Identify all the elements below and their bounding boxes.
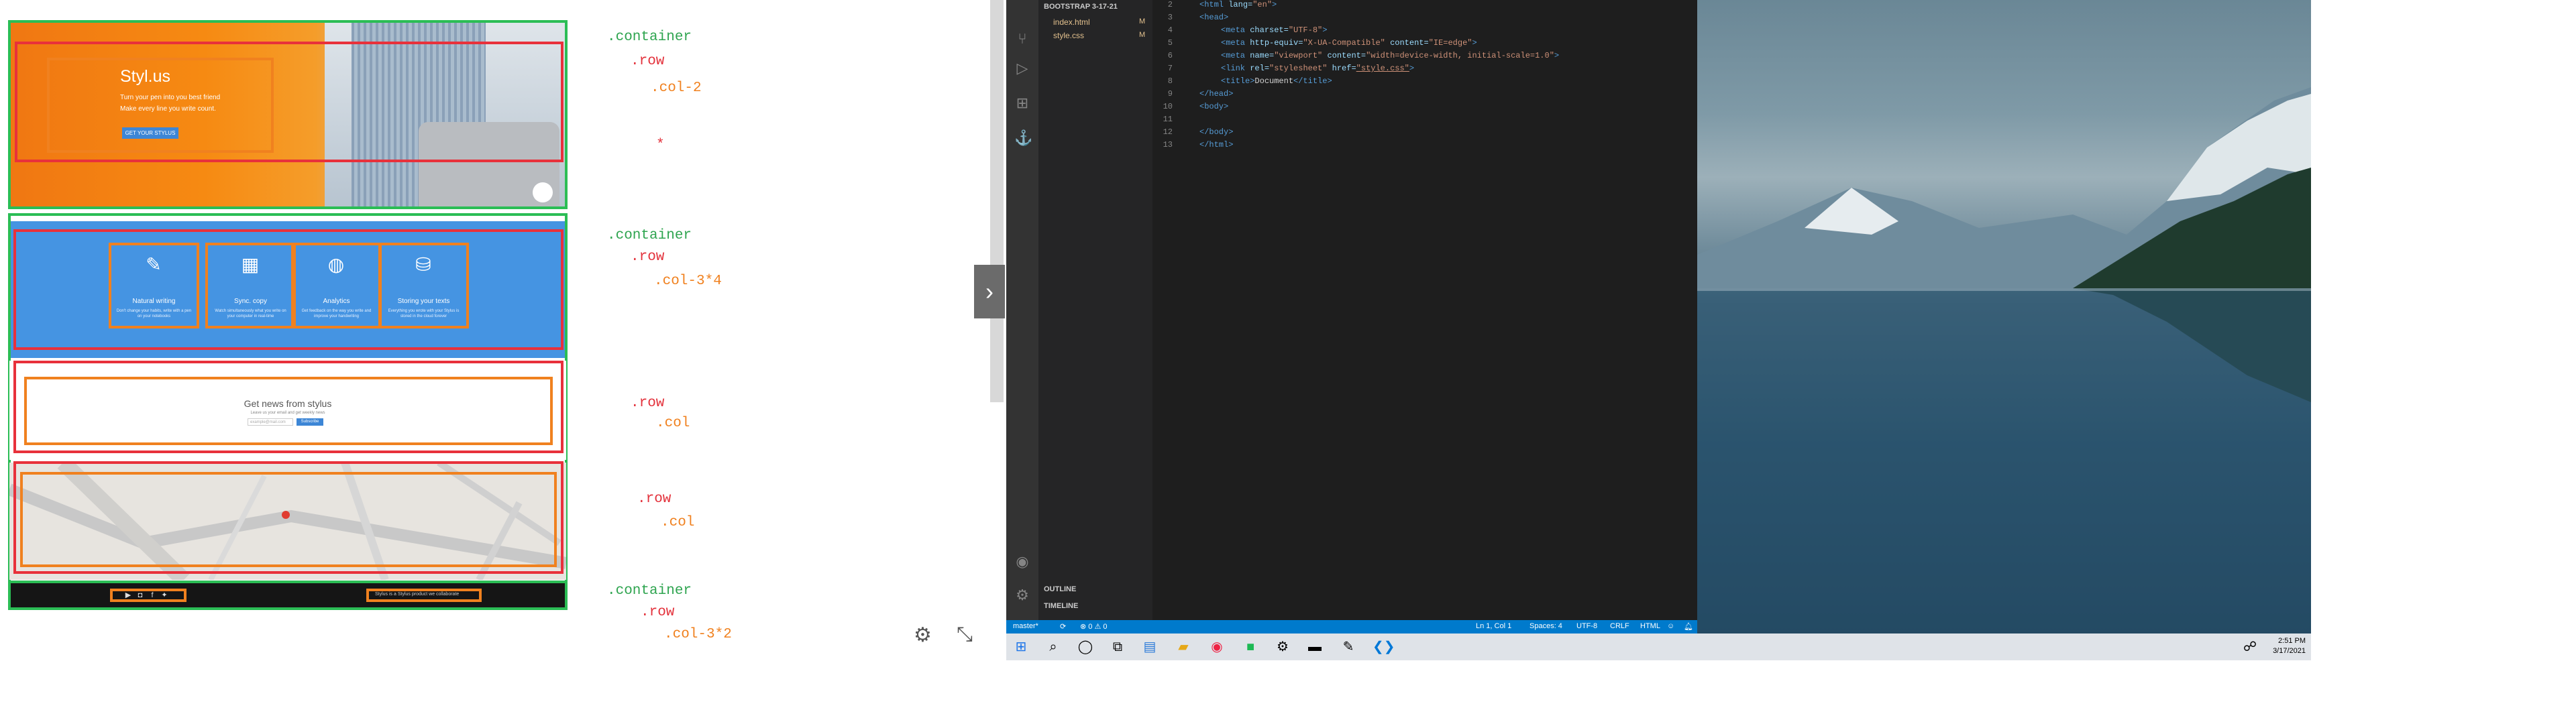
col-outline [20,472,557,567]
vscode-icon[interactable]: ❮❯ [1373,638,1395,656]
line-ending[interactable]: CRLF [1610,622,1629,630]
line-number: 11 [1163,115,1173,124]
extensions-icon[interactable]: ⊞ [1014,95,1030,111]
annotation: .row [641,605,675,620]
code-line: <meta charset="UTF-8"> [1221,25,1328,35]
calculator-icon[interactable]: ▤ [1140,638,1159,656]
annotation: .container [607,228,692,243]
code-line: <meta name="viewport" content="width=dev… [1221,51,1560,60]
sync-icon[interactable]: ⟳ [1060,622,1066,631]
task-view-icon[interactable]: ⧉ [1108,638,1127,656]
line-number: 3 [1167,13,1173,22]
anchor-icon[interactable]: ⚓ [1014,130,1032,146]
annotation: .row [631,54,665,69]
line-number: 2 [1167,0,1173,9]
code-line: <head> [1199,13,1229,22]
status-bar: master* ⟳ ⊗ 0 ⚠ 0 Ln 1, Col 1 Spaces: 4 … [1006,620,1697,634]
design-viewer: Styl.us Turn your pen into you best frie… [0,0,990,660]
row-outline [13,229,564,350]
branch-indicator[interactable]: master* [1013,622,1038,630]
code-line: <html lang="en"> [1199,0,1277,9]
code-line: <meta http-equiv="X-UA-Compatible" conte… [1221,38,1477,48]
annotation: .row [637,491,672,507]
clock-date[interactable]: 3/17/2021 [2271,647,2306,655]
indentation[interactable]: Spaces: 4 [1529,622,1562,630]
scrollbar[interactable] [990,0,1004,402]
problems-indicator[interactable]: ⊗ 0 ⚠ 0 [1080,622,1107,631]
desktop-wallpaper [1697,0,2311,634]
code-line: </body> [1199,127,1234,137]
cortana-icon[interactable]: ◯ [1076,638,1095,656]
brush-app-icon[interactable]: ✎ [1339,638,1358,656]
timeline-section[interactable]: TIMELINE [1044,602,1078,610]
bell-icon[interactable]: 🔔︎ [1684,622,1693,631]
feedback-icon[interactable]: ☺ [1667,622,1674,630]
run-debug-icon[interactable]: ▷ [1014,60,1030,76]
clock-time[interactable]: 2:51 PM [2271,637,2306,645]
network-icon[interactable]: ☍ [2241,638,2259,656]
line-number: 9 [1167,89,1173,99]
encoding[interactable]: UTF-8 [1576,622,1597,630]
file-style-css[interactable]: style.css [1053,31,1084,40]
annotation: .row [631,249,665,265]
gear-icon[interactable]: ⚙ [1014,587,1030,603]
col-outline [47,58,274,153]
taskbar: ⊞ ⌕ ◯ ⧉ ▤ ▰ ◉ ■ ⚙ ▬ ✎ ❮❯ ☍ 2:51 PM 3/17/… [1006,634,2311,660]
explorer-title[interactable]: BOOTSTRAP 3-17-21 [1044,3,1118,11]
annotation: * [656,137,665,153]
modified-badge: M [1139,17,1146,25]
green-app-icon[interactable]: ■ [1241,638,1260,656]
annotation: .col-2 [651,80,702,96]
annotation: .container [607,29,692,45]
col-outline [24,377,553,445]
annotation: .row [631,396,665,411]
chevron-right-icon[interactable]: › [974,265,1005,318]
line-number: 7 [1167,64,1173,73]
line-number: 10 [1163,102,1173,111]
line-number: 5 [1167,38,1173,48]
annotation: .col-3*2 [664,627,732,642]
source-control-icon[interactable]: ⑂ [1014,31,1030,47]
code-line: </html> [1199,140,1234,149]
account-icon[interactable]: ◉ [1014,554,1030,570]
cursor-position[interactable]: Ln 1, Col 1 [1476,622,1511,630]
col-outline [110,589,186,602]
col-outline [366,589,482,602]
chrome-icon[interactable]: ◉ [1208,638,1226,656]
language-mode[interactable]: HTML [1640,622,1660,630]
file-explorer-icon[interactable]: ▰ [1174,638,1193,656]
windows-start-icon[interactable]: ⊞ [1012,638,1030,656]
code-editor[interactable]: 2 3 4 5 6 7 8 9 10 11 12 13 <html lang="… [1152,0,1697,620]
settings-icon[interactable]: ⚙ [1273,638,1292,656]
line-number: 13 [1163,140,1173,149]
modified-badge: M [1139,31,1146,39]
code-line: <body> [1199,102,1229,111]
line-number: 12 [1163,127,1173,137]
mountain-lake-image [1697,87,2311,634]
annotation: .col [661,515,695,530]
terminal-icon[interactable]: ▬ [1305,638,1324,656]
container-outline [8,581,568,610]
gear-icon[interactable]: ⚙ [914,623,932,647]
line-number: 8 [1167,76,1173,86]
line-number: 6 [1167,51,1173,60]
activity-bar: ⑂ ▷ ⊞ ⚓ ◉ ⚙ [1006,0,1038,620]
annotation: .col-3*4 [654,274,722,289]
annotation: .col [656,416,690,431]
search-icon[interactable]: ⌕ [1044,638,1063,656]
file-index-html[interactable]: index.html [1053,17,1090,27]
line-number: 4 [1167,25,1173,35]
collapse-icon[interactable]: ⤡ [957,623,973,646]
code-line: <link rel="stylesheet" href="style.css"> [1221,64,1415,73]
code-line: </head> [1199,89,1234,99]
annotation: .container [607,583,692,599]
outline-section[interactable]: OUTLINE [1044,585,1076,593]
code-line: <title>Document</title> [1221,76,1332,86]
explorer-sidebar: BOOTSTRAP 3-17-21 index.html M style.css… [1038,0,1152,620]
